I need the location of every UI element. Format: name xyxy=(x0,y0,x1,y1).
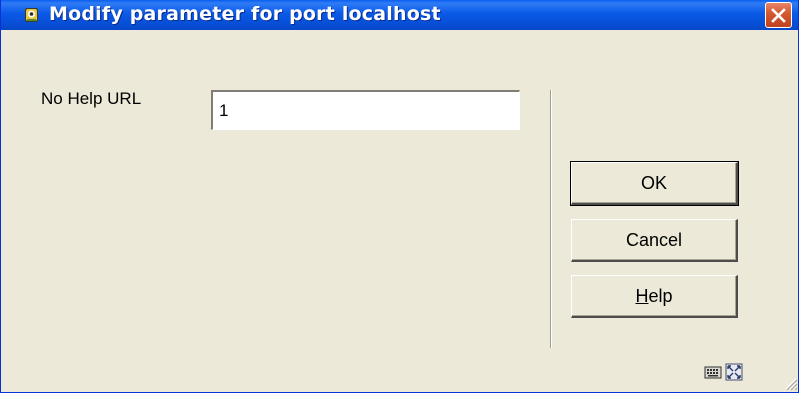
close-icon xyxy=(771,7,786,23)
cancel-button-label: Cancel xyxy=(625,229,683,250)
dialog-window: Modify parameter for port localhost No H… xyxy=(0,0,799,393)
app-icon xyxy=(25,8,38,22)
close-button[interactable] xyxy=(765,2,792,28)
cancel-button[interactable]: Cancel xyxy=(571,219,738,262)
help-mnemonic: H xyxy=(635,285,649,306)
resize-window-icon[interactable] xyxy=(725,363,743,381)
help-button[interactable]: Help xyxy=(571,275,738,318)
size-grip-icon[interactable] xyxy=(782,375,798,391)
help-button-label: Help xyxy=(635,286,672,307)
ok-button-label: OK xyxy=(640,172,667,193)
keyboard-icon[interactable] xyxy=(704,363,722,381)
help-url-label: No Help URL xyxy=(41,89,142,108)
help-label-rest: elp xyxy=(648,285,673,306)
help-url-input[interactable] xyxy=(211,90,520,130)
ok-button[interactable]: OK xyxy=(570,161,739,206)
title-bar[interactable]: Modify parameter for port localhost xyxy=(1,0,798,30)
vertical-separator xyxy=(550,90,552,348)
window-title: Modify parameter for port localhost xyxy=(49,3,441,25)
status-icons xyxy=(704,363,743,381)
